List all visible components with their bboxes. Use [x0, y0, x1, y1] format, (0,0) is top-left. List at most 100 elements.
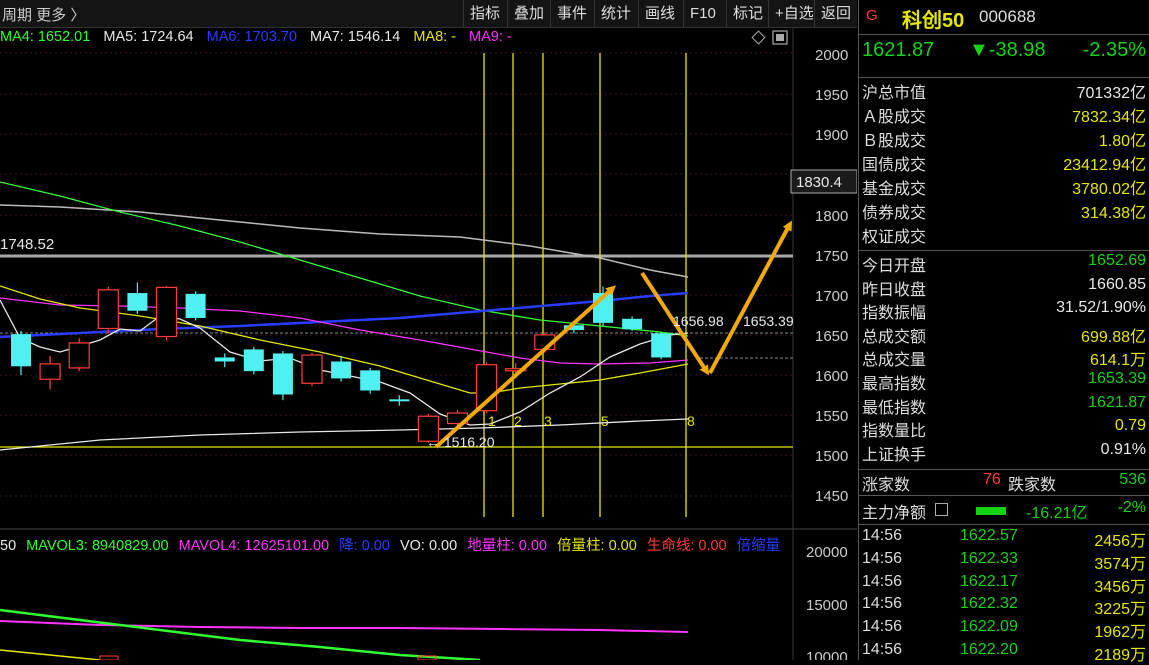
menu-icon[interactable] [935, 503, 948, 516]
index-label: 上证换手 [862, 446, 927, 464]
low-volume-label: 地量柱: 0.00 [467, 538, 547, 554]
up-count: 76 [983, 471, 1001, 488]
candle [97, 286, 119, 334]
main-flow-row: 主力净额 -16.21亿 -2% [862, 499, 1146, 522]
svg-text:1650: 1650 [815, 328, 848, 345]
tick-volume: 1962万 [1094, 624, 1146, 642]
tick-volume: 3225万 [1094, 601, 1146, 619]
flow-bar [976, 507, 1006, 515]
drop-label: 降: 0.00 [339, 538, 390, 554]
index-row: 最低指数 1621.87 [859, 394, 1149, 418]
market-row: 基金成交 3780.02亿 [859, 175, 1149, 199]
index-value: 1660.85 [1088, 275, 1146, 293]
index-value: 1653.39 [1088, 370, 1146, 387]
double-shrink-label: 倍缩量 [736, 538, 781, 554]
market-value: 23412.94亿 [1063, 157, 1146, 174]
index-value: 0.91% [1100, 440, 1146, 458]
candle [127, 282, 148, 314]
kline-chart[interactable]: 1748.52 ← 1516.20 1656.98 1653.39 1 2 3 … [0, 0, 857, 660]
index-row: 最高指数 1653.39 [859, 370, 1149, 394]
svg-text:1450: 1450 [815, 488, 848, 505]
candle [272, 351, 293, 401]
index-code: 000688 [979, 7, 1036, 26]
tick-time: 14:56 [862, 572, 903, 590]
tick-row: 14:56 1622.57 2456万 [859, 527, 1149, 551]
svg-text:10000: 10000 [806, 649, 848, 660]
count-label-2: 2 [514, 413, 522, 429]
badge-g: G [866, 7, 878, 24]
market-label: 权证成交 [862, 229, 927, 246]
index-name: 科创50 [902, 10, 965, 32]
count-label-1: 1 [488, 413, 496, 429]
market-value: 7832.34亿 [1072, 109, 1146, 126]
tick-volume: 2189万 [1094, 647, 1146, 664]
count-label-5: 5 [601, 413, 609, 429]
index-value: 614.1万 [1089, 352, 1146, 370]
tick-time: 14:56 [862, 595, 903, 613]
low-mark-label: ← 1516.20 [426, 434, 495, 450]
window-icon[interactable] [772, 30, 788, 45]
candle [39, 355, 61, 390]
svg-text:1950: 1950 [815, 87, 848, 104]
index-row: 总成交量 614.1万 [859, 346, 1149, 370]
tick-volume: 3456万 [1094, 578, 1146, 596]
tick-price: 1622.32 [960, 595, 1018, 613]
market-row: 债券成交 314.38亿 [859, 199, 1149, 223]
market-row: 权证成交 [859, 223, 1149, 247]
index-row: 指数振幅 31.52/1.90% [859, 299, 1149, 323]
index-label: 最高指数 [862, 376, 927, 393]
index-value: 31.52/1.90% [1056, 299, 1146, 317]
lifeline-label: 生命线: 0.00 [646, 538, 727, 554]
market-label: Ｂ股成交 [862, 133, 927, 150]
candle [301, 352, 323, 387]
svg-text:1830.4: 1830.4 [796, 174, 842, 191]
index-value: 699.88亿 [1081, 328, 1146, 346]
tick-row: 14:56 1622.17 3456万 [859, 573, 1149, 597]
index-label: 总成交额 [862, 328, 927, 346]
tick-row: 14:56 1622.09 1962万 [859, 618, 1149, 642]
candle [243, 346, 264, 375]
price-summary: 1621.87 ▼-38.98 -2.35% [859, 35, 1149, 75]
svg-text:1550: 1550 [815, 408, 848, 425]
quote-header: G 科创50 000688 [859, 0, 1149, 34]
volume-pane [0, 608, 689, 660]
index-label: 总成交量 [862, 352, 927, 370]
price-axis: 2000 1950 1900 1800 1750 1700 1650 1600 … [815, 47, 848, 505]
candle [622, 316, 643, 331]
index-value: 1621.87 [1088, 393, 1146, 411]
index-row: 指数量比 0.79 [859, 417, 1149, 441]
tick-time: 14:56 [862, 527, 903, 544]
market-label: 沪总市值 [862, 85, 927, 102]
tick-price: 1622.57 [960, 527, 1018, 544]
candle [214, 353, 235, 368]
tick-price: 1622.33 [960, 549, 1018, 567]
index-row: 总成交额 699.88亿 [859, 323, 1149, 347]
ma-gray-line [0, 204, 689, 278]
tick-time: 14:56 [862, 549, 903, 567]
diamond-icon[interactable] [751, 30, 766, 45]
candle [360, 367, 381, 394]
candle [68, 338, 90, 372]
tick-row: 14:56 1622.20 2189万 [859, 641, 1149, 665]
tick-row: 14:56 1622.33 3574万 [859, 550, 1149, 574]
up-arrow-2 [708, 220, 792, 374]
index-label: 昨日收盘 [862, 281, 927, 299]
index-label: 指数量比 [862, 423, 927, 441]
price-marker: 1830.4 [790, 169, 857, 194]
down-count: 536 [1119, 471, 1146, 488]
svg-text:1600: 1600 [815, 368, 848, 385]
breadth-row: 涨家数 76 跌家数 536 [862, 471, 1146, 494]
svg-text:1750: 1750 [815, 248, 848, 265]
market-label: Ａ股成交 [862, 109, 927, 126]
market-row: Ｂ股成交 1.80亿 [859, 127, 1149, 151]
tick-price: 1622.20 [960, 641, 1018, 658]
quote-panel: G 科创50 000688 1621.87 ▼-38.98 -2.35% 沪总市… [858, 0, 1149, 664]
market-value: 701332亿 [1076, 85, 1146, 102]
svg-text:1800: 1800 [815, 208, 848, 225]
tick-row: 14:56 1622.32 3225万 [859, 595, 1149, 619]
svg-text:1700: 1700 [815, 288, 848, 305]
svg-text:1900: 1900 [815, 127, 848, 144]
tick-volume: 2456万 [1094, 533, 1146, 550]
market-value: 1.80亿 [1098, 133, 1146, 150]
index-value: 0.79 [1114, 417, 1146, 435]
